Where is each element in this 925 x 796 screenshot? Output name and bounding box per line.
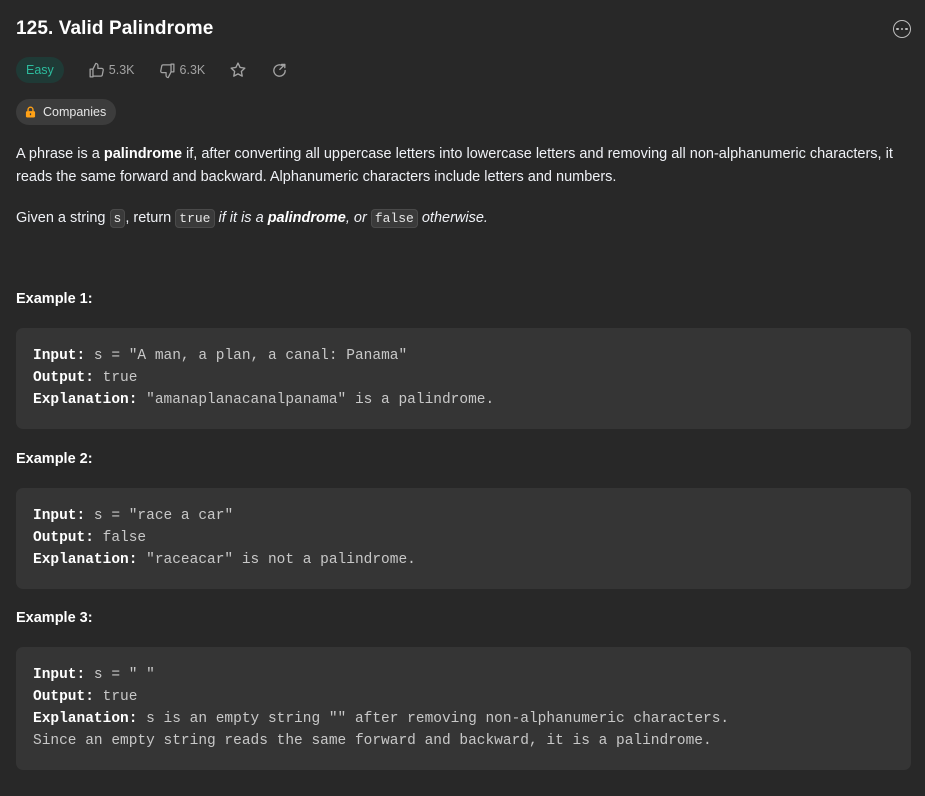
- problem-description-panel: 125. Valid Palindrome Easy 5.3K 6.3K Com…: [0, 0, 925, 796]
- share-button[interactable]: [271, 62, 288, 79]
- inline-code-true: true: [175, 209, 215, 228]
- palindrome-term: palindrome: [103, 146, 183, 162]
- like-button[interactable]: 5.3K: [88, 62, 135, 79]
- problem-title[interactable]: 125. Valid Palindrome: [16, 18, 213, 40]
- thumbs-down-icon: [159, 62, 175, 78]
- star-icon: [230, 62, 246, 77]
- favorite-button[interactable]: [229, 61, 247, 79]
- more-options-icon[interactable]: [893, 20, 911, 38]
- dislike-button[interactable]: 6.3K: [159, 62, 206, 79]
- description-paragraph-2: Given a string s, return true if it is a…: [16, 209, 488, 228]
- inline-code-s: s: [109, 209, 126, 228]
- example-3-box: Input: s = " " Output: true Explanation: s…: [16, 647, 911, 770]
- companies-label: Companies: [43, 105, 107, 119]
- dislike-count: 6.3K: [179, 63, 206, 77]
- example-2-title: Example 2:: [16, 451, 93, 467]
- thumbs-up-icon: [89, 62, 104, 78]
- example-1-title: Example 1:: [16, 291, 93, 307]
- example-1-box: Input: s = "A man, a plan, a canal: Pana…: [16, 328, 911, 429]
- description-paragraph-1: A phrase is a palindrome if, after conve…: [16, 146, 893, 185]
- problem-meta-row: Easy 5.3K 6.3K: [16, 57, 312, 83]
- lock-icon: [25, 106, 36, 118]
- title-row: 125. Valid Palindrome: [16, 14, 911, 44]
- difficulty-badge: Easy: [16, 57, 64, 83]
- like-count: 5.3K: [108, 63, 135, 77]
- example-3-title: Example 3:: [16, 610, 93, 626]
- palindrome-term: palindrome: [267, 210, 346, 226]
- companies-tag[interactable]: Companies: [16, 99, 117, 125]
- example-2-box: Input: s = "race a car" Output: false Expl…: [16, 488, 911, 589]
- share-icon: [273, 63, 287, 77]
- inline-code-false: false: [370, 209, 418, 228]
